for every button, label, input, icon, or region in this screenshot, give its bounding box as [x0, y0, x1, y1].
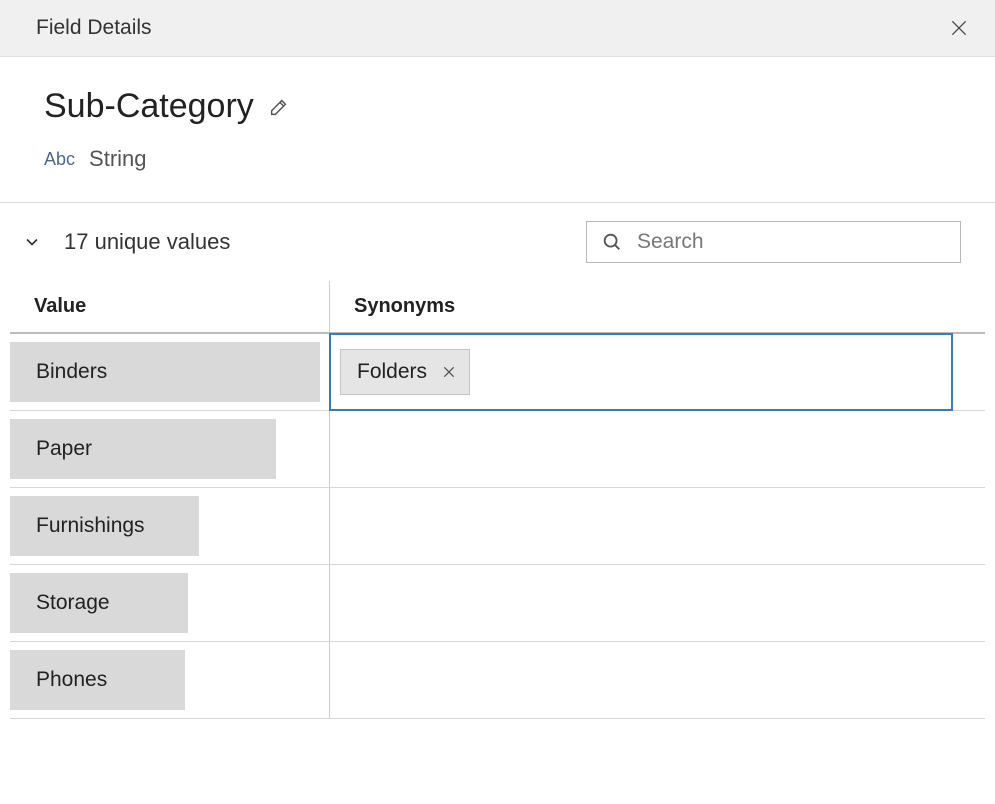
value-bar: Phones	[10, 650, 185, 710]
search-input[interactable]	[637, 230, 946, 254]
toolbar-left: 17 unique values	[22, 229, 230, 255]
edit-field-name-button[interactable]	[268, 96, 290, 118]
value-cell[interactable]: Phones	[10, 642, 330, 718]
pencil-icon	[268, 96, 290, 118]
table-body: Binders Folders Paper Furnishings Storage Pho…	[10, 334, 985, 719]
chevron-down-icon	[22, 232, 42, 252]
table-row: Phones	[10, 642, 985, 719]
table-row: Furnishings	[10, 488, 985, 565]
close-icon	[441, 364, 457, 380]
search-box[interactable]	[586, 221, 961, 263]
dialog-header: Field Details	[0, 0, 995, 57]
field-name-row: Sub-Category	[44, 87, 951, 126]
search-icon	[601, 231, 623, 253]
synonyms-cell[interactable]: Folders	[330, 334, 952, 410]
table-row: Storage	[10, 565, 985, 642]
value-bar: Storage	[10, 573, 188, 633]
value-cell[interactable]: Storage	[10, 565, 330, 641]
close-button[interactable]	[945, 14, 973, 42]
synonym-tag: Folders	[340, 349, 470, 395]
field-type-label: String	[89, 146, 146, 172]
dialog-title: Field Details	[36, 16, 152, 40]
value-bar: Furnishings	[10, 496, 199, 556]
synonyms-cell[interactable]	[330, 411, 985, 487]
synonyms-cell[interactable]	[330, 565, 985, 641]
table-header: Value Synonyms	[10, 281, 985, 334]
field-type-row: Abc String	[44, 146, 951, 172]
column-header-value: Value	[10, 281, 330, 332]
string-type-icon: Abc	[44, 149, 75, 170]
column-header-synonyms: Synonyms	[330, 281, 985, 332]
values-table: Value Synonyms Binders Folders Paper Furnis…	[0, 281, 995, 719]
field-name: Sub-Category	[44, 87, 254, 126]
synonyms-cell[interactable]	[330, 642, 985, 718]
close-icon	[949, 18, 969, 38]
expand-toggle[interactable]	[22, 232, 42, 252]
values-toolbar: 17 unique values	[0, 203, 995, 281]
unique-values-count: 17 unique values	[64, 229, 230, 255]
synonym-tag-label: Folders	[357, 360, 427, 384]
value-bar: Binders	[10, 342, 320, 402]
value-cell[interactable]: Furnishings	[10, 488, 330, 564]
value-cell[interactable]: Paper	[10, 411, 330, 487]
value-cell[interactable]: Binders	[10, 334, 330, 410]
value-bar: Paper	[10, 419, 276, 479]
synonyms-cell[interactable]	[330, 488, 985, 564]
remove-synonym-button[interactable]	[441, 364, 457, 380]
field-info-section: Sub-Category Abc String	[0, 57, 995, 202]
table-row: Binders Folders	[10, 334, 985, 411]
table-row: Paper	[10, 411, 985, 488]
